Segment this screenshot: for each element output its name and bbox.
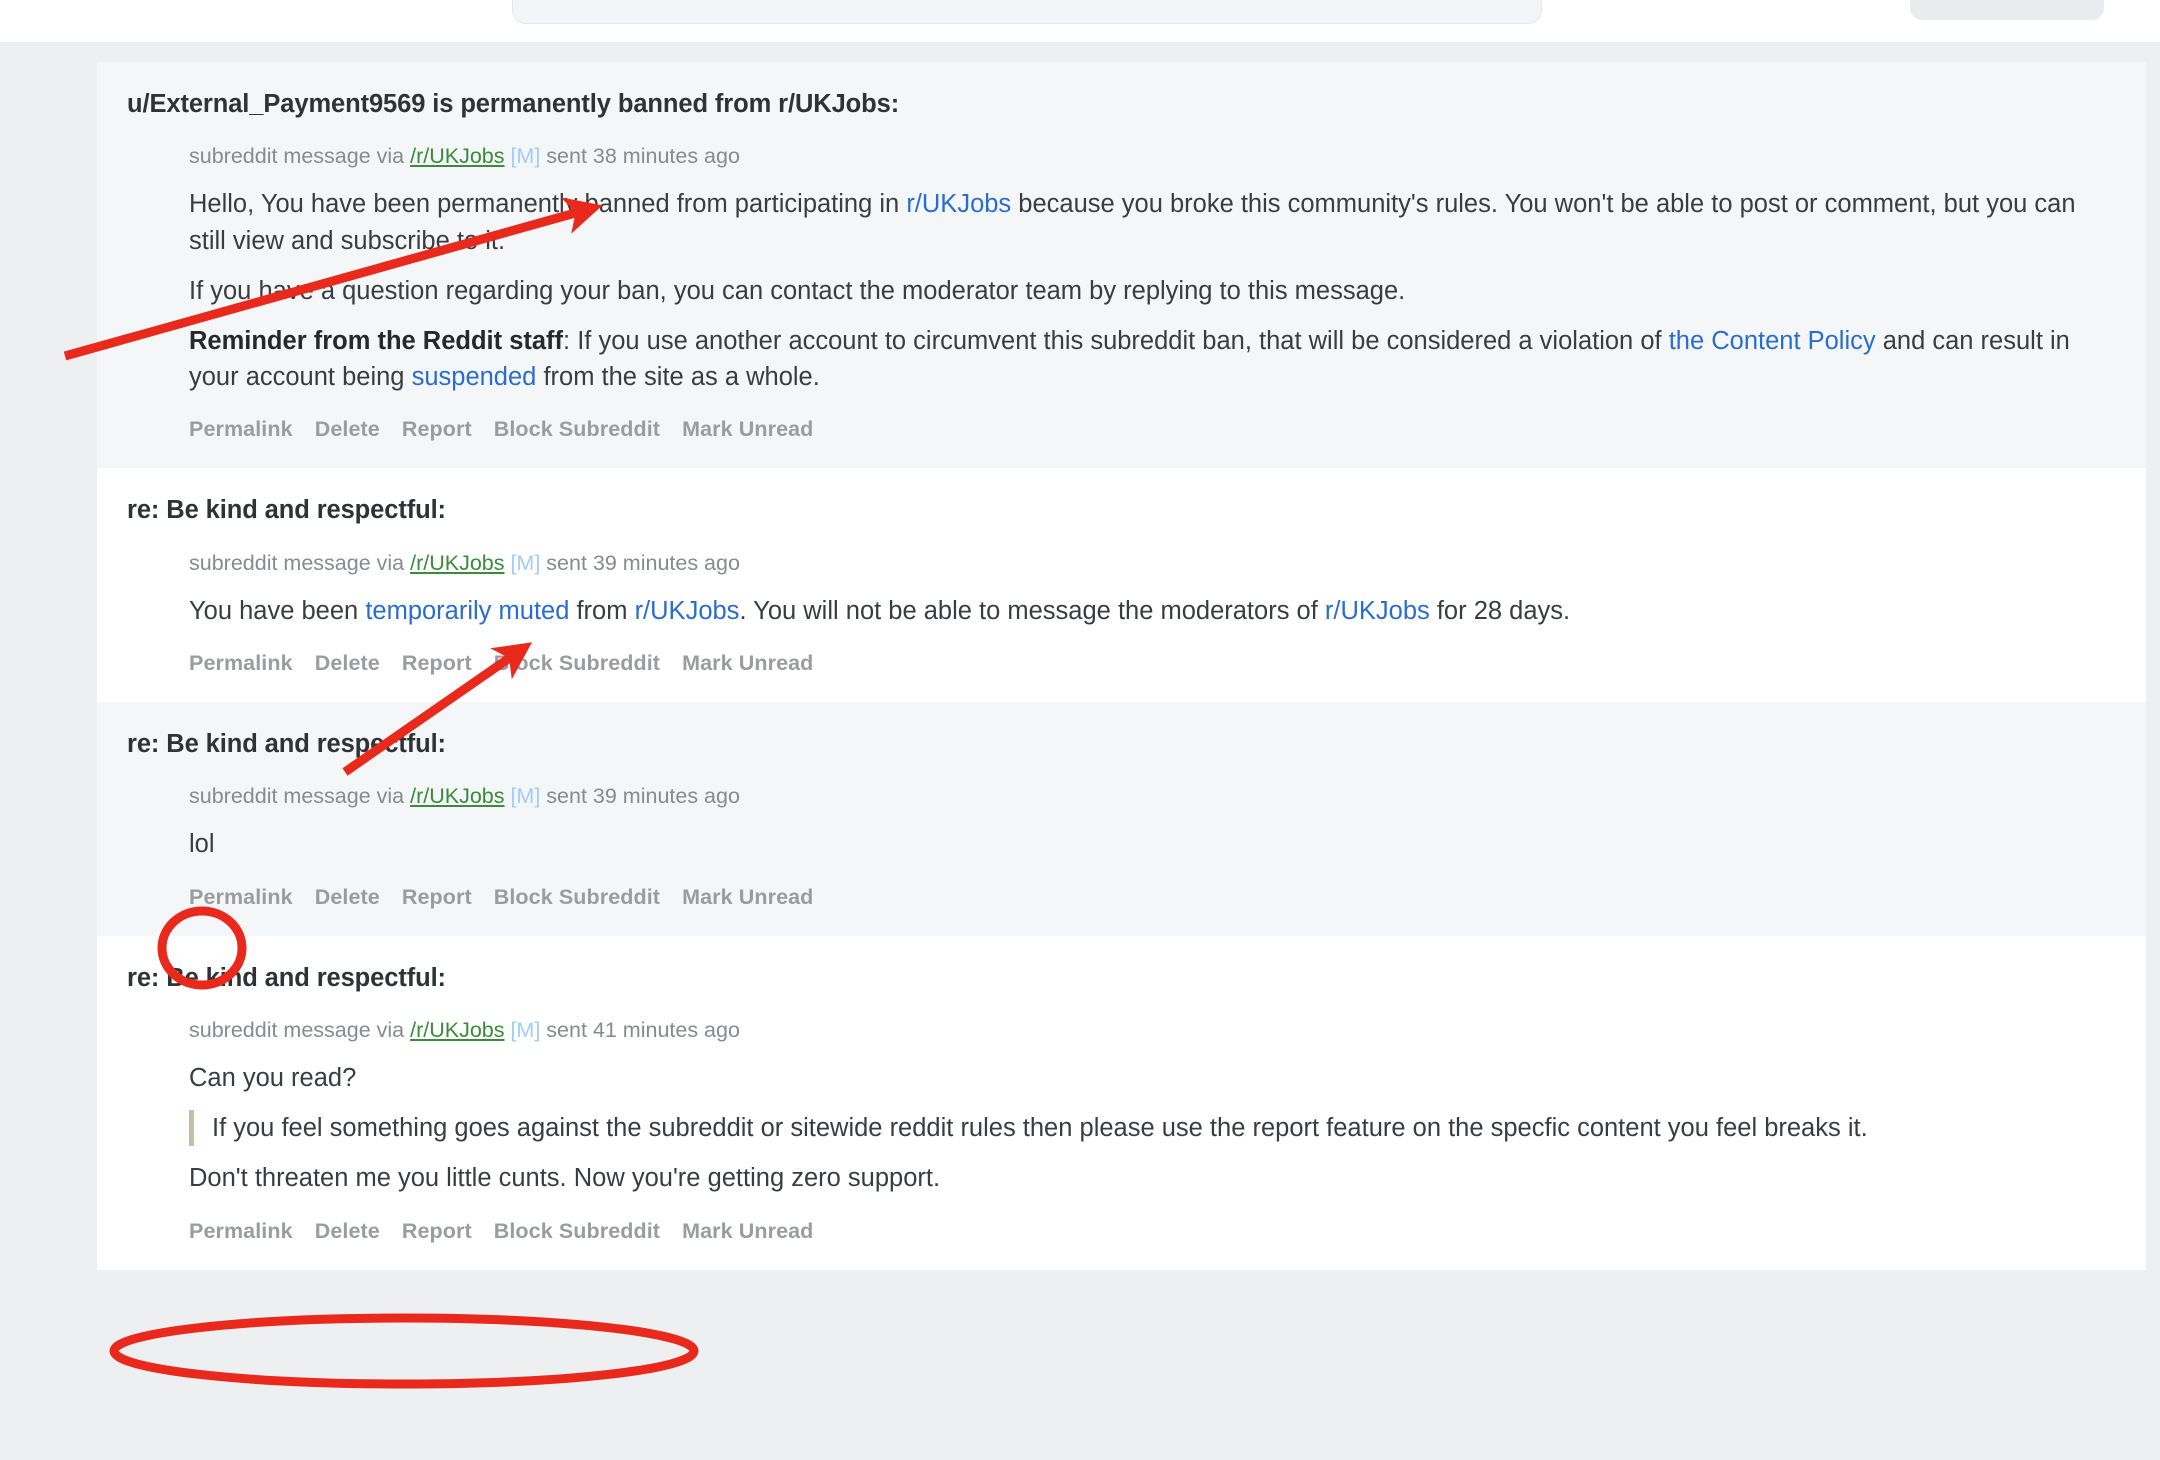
permalink-link[interactable]: Permalink <box>189 417 293 441</box>
report-link[interactable]: Report <box>402 885 472 909</box>
meta-subreddit-link[interactable]: /r/UKJobs <box>410 551 504 575</box>
top-chrome <box>0 0 2160 42</box>
toolbar-button[interactable] <box>1910 0 2104 20</box>
message-item: u/External_Payment9569 is permanently ba… <box>97 62 2146 469</box>
message-actions: Permalink Delete Report Block Subreddit Mark… <box>189 885 2106 910</box>
message-actions: Permalink Delete Report Block Subreddit Mark… <box>189 651 2106 676</box>
message-body: subreddit message via /r/UKJobs [M] sent… <box>97 140 2146 442</box>
block-subreddit-link[interactable]: Block Subreddit <box>494 1219 660 1243</box>
message-list: u/External_Payment9569 is permanently ba… <box>97 62 2146 1460</box>
message-item: re: Be kind and respectful: subreddit mes… <box>97 702 2146 936</box>
inline-link[interactable]: r/UKJobs <box>635 597 740 625</box>
message-paragraph: You have been temporarily muted from r/U… <box>189 593 2106 629</box>
delete-link[interactable]: Delete <box>315 417 380 441</box>
body-text: If you have a question regarding your ba… <box>189 276 1406 305</box>
inline-link[interactable]: r/UKJobs <box>906 190 1011 218</box>
message-paragraph: Reminder from the Reddit staff: If you u… <box>189 323 2106 395</box>
meta-subreddit-link[interactable]: /r/UKJobs <box>410 144 504 168</box>
message-actions: Permalink Delete Report Block Subreddit Mark… <box>189 1219 2106 1244</box>
body-text: If you feel something goes against the s… <box>212 1114 1868 1143</box>
message-subject: re: Be kind and respectful: <box>127 730 446 758</box>
message-subject: re: Be kind and respectful: <box>127 963 446 992</box>
body-text: : If you use another account to circumve… <box>563 327 1669 355</box>
quoted-text: If you feel something goes against the s… <box>189 1110 2106 1147</box>
permalink-link[interactable]: Permalink <box>189 1219 293 1243</box>
message-subject: u/External_Payment9569 is permanently ba… <box>127 90 900 118</box>
moderator-tag: [M] <box>504 550 541 575</box>
inline-link[interactable]: suspended <box>412 363 537 391</box>
message-paragraph: Hello, You have been permanently banned … <box>189 186 2106 258</box>
message-meta: subreddit message via /r/UKJobs [M] sent… <box>189 1014 2106 1046</box>
message-body: subreddit message via /r/UKJobs [M] sent… <box>97 780 2146 909</box>
inline-link[interactable]: r/UKJobs <box>1325 597 1430 625</box>
block-subreddit-link[interactable]: Block Subreddit <box>494 651 660 675</box>
mark-unread-link[interactable]: Mark Unread <box>682 1219 813 1243</box>
moderator-tag: [M] <box>504 144 541 169</box>
meta-prefix: subreddit message via <box>189 1017 411 1042</box>
search-input[interactable] <box>512 0 1542 24</box>
mark-unread-link[interactable]: Mark Unread <box>682 417 813 441</box>
report-link[interactable]: Report <box>402 1219 472 1243</box>
body-text: from <box>569 596 635 625</box>
message-paragraph: lol <box>189 826 2106 862</box>
meta-timestamp: sent 41 minutes ago <box>540 1017 740 1042</box>
message-paragraph: Don't threaten me you little cunts. Now … <box>189 1160 2106 1196</box>
delete-link[interactable]: Delete <box>315 651 380 675</box>
body-text: Can you read? <box>189 1063 357 1092</box>
meta-subreddit-link[interactable]: /r/UKJobs <box>410 1018 504 1042</box>
permalink-link[interactable]: Permalink <box>189 885 293 909</box>
body-text: Don't threaten me you little cunts. Now … <box>189 1164 941 1193</box>
meta-subreddit-link[interactable]: /r/UKJobs <box>410 784 504 808</box>
message-meta: subreddit message via /r/UKJobs [M] sent… <box>189 547 2106 579</box>
body-text: lol <box>189 830 215 859</box>
message-body: subreddit message via /r/UKJobs [M] sent… <box>97 547 2146 676</box>
report-link[interactable]: Report <box>402 651 472 675</box>
inline-link[interactable]: temporarily muted <box>365 597 569 625</box>
meta-timestamp: sent 39 minutes ago <box>540 784 740 809</box>
permalink-link[interactable]: Permalink <box>189 651 293 675</box>
message-meta: subreddit message via /r/UKJobs [M] sent… <box>189 140 2106 172</box>
body-text: from the site as a whole. <box>536 363 820 392</box>
block-subreddit-link[interactable]: Block Subreddit <box>494 885 660 909</box>
body-text: Hello, You have been permanently banned … <box>189 190 907 219</box>
body-text: You have been <box>189 596 366 625</box>
meta-timestamp: sent 39 minutes ago <box>540 550 740 575</box>
message-subject: re: Be kind and respectful: <box>127 496 446 525</box>
message-inbox-page: u/External_Payment9569 is permanently ba… <box>0 0 2160 1460</box>
meta-prefix: subreddit message via <box>189 144 411 169</box>
meta-prefix: subreddit message via <box>189 550 411 575</box>
report-link[interactable]: Report <box>402 417 472 441</box>
body-text: . You will not be able to message the mo… <box>739 596 1325 625</box>
message-item: re: Be kind and respectful: subreddit mes… <box>97 935 2146 1270</box>
mark-unread-link[interactable]: Mark Unread <box>682 885 813 909</box>
delete-link[interactable]: Delete <box>315 885 380 909</box>
inline-link[interactable]: the Content Policy <box>1669 327 1876 355</box>
block-subreddit-link[interactable]: Block Subreddit <box>494 417 660 441</box>
message-paragraph: Can you read? <box>189 1060 2106 1096</box>
meta-prefix: subreddit message via <box>189 784 411 809</box>
body-text: for 28 days. <box>1429 596 1571 625</box>
moderator-tag: [M] <box>504 1017 541 1042</box>
moderator-tag: [M] <box>504 784 541 809</box>
message-meta: subreddit message via /r/UKJobs [M] sent… <box>189 780 2106 812</box>
message-paragraph: If you have a question regarding your ba… <box>189 273 2106 309</box>
delete-link[interactable]: Delete <box>315 1219 380 1243</box>
mark-unread-link[interactable]: Mark Unread <box>682 651 813 675</box>
message-body: subreddit message via /r/UKJobs [M] sent… <box>97 1014 2146 1244</box>
message-actions: Permalink Delete Report Block Subreddit Mark… <box>189 417 2106 442</box>
message-item: re: Be kind and respectful: subreddit mes… <box>97 468 2146 702</box>
meta-timestamp: sent 38 minutes ago <box>540 144 740 169</box>
emphasis-text: Reminder from the Reddit staff <box>189 327 564 355</box>
